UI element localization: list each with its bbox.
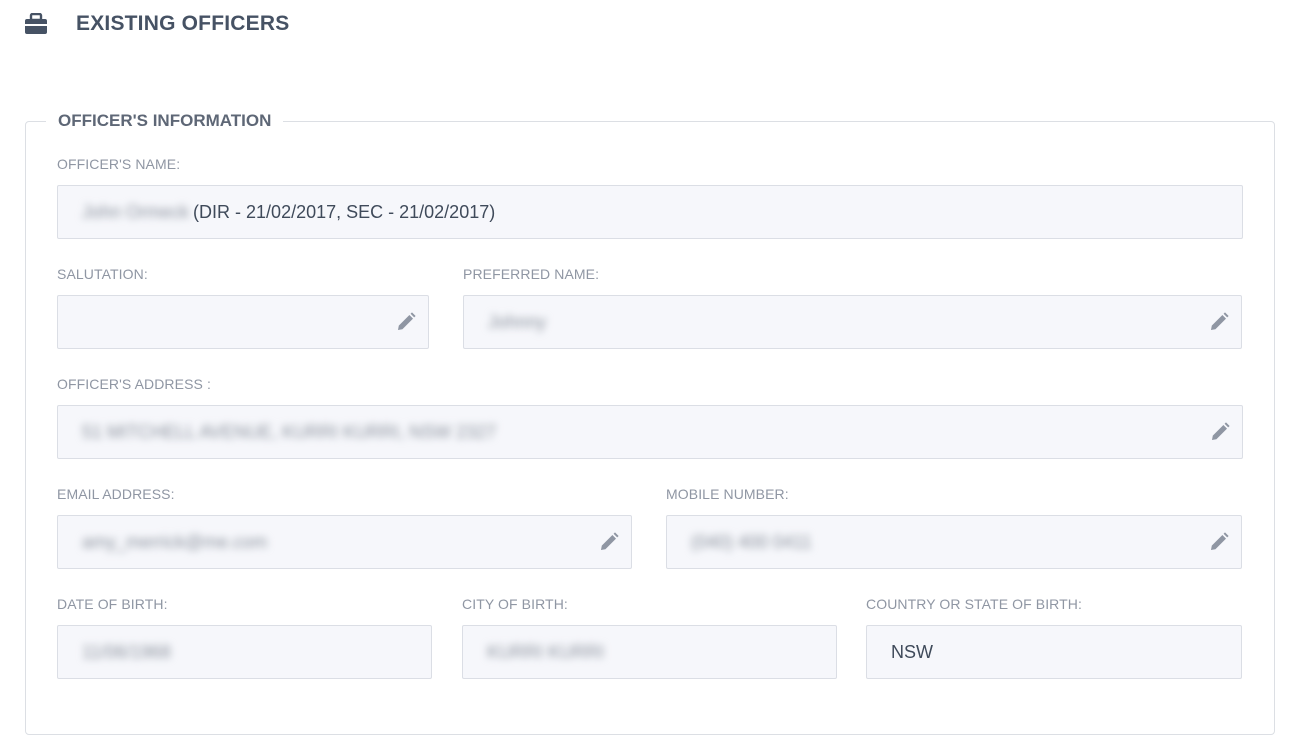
mobile-value[interactable]: (040) 400 0411 bbox=[691, 532, 812, 553]
salutation-field[interactable] bbox=[57, 295, 429, 349]
city-of-birth-value: KURRI KURRI bbox=[487, 641, 605, 662]
address-value[interactable]: 51 MITCHELL AVENUE, KURRI KURRI, NSW 232… bbox=[82, 422, 496, 443]
mobile-label: MOBILE NUMBER: bbox=[666, 486, 789, 502]
city-of-birth-label: CITY OF BIRTH: bbox=[462, 596, 568, 612]
officer-name-value: John Ormeck bbox=[82, 201, 190, 222]
pencil-edit-icon[interactable] bbox=[1210, 422, 1230, 442]
dob-value: 11/06/1968 bbox=[82, 641, 171, 662]
country-of-birth-value: NSW bbox=[891, 641, 933, 662]
country-of-birth-label: COUNTRY OR STATE OF BIRTH: bbox=[866, 596, 1082, 612]
section-legend: OFFICER'S INFORMATION bbox=[58, 111, 272, 130]
email-value[interactable]: amy_merrick@me.com bbox=[82, 532, 267, 553]
pencil-edit-icon[interactable] bbox=[599, 532, 619, 552]
officer-roles-value: (DIR - 21/02/2017, SEC - 21/02/2017) bbox=[193, 201, 496, 222]
mobile-field[interactable]: (040) 400 0411 bbox=[666, 515, 1242, 569]
email-label: EMAIL ADDRESS: bbox=[57, 486, 175, 502]
salutation-label: SALUTATION: bbox=[57, 266, 148, 282]
salutation-input[interactable] bbox=[82, 311, 428, 333]
address-field[interactable]: 51 MITCHELL AVENUE, KURRI KURRI, NSW 232… bbox=[57, 405, 1243, 459]
country-of-birth-field: NSW bbox=[866, 625, 1242, 679]
page-header: EXISTING OFFICERS bbox=[24, 10, 289, 38]
dob-field: 11/06/1968 bbox=[57, 625, 432, 679]
briefcase-icon bbox=[24, 12, 48, 35]
pencil-edit-icon[interactable] bbox=[1209, 312, 1229, 332]
address-label: OFFICER'S ADDRESS : bbox=[57, 376, 211, 392]
dob-label: DATE OF BIRTH: bbox=[57, 596, 168, 612]
preferred-name-field[interactable]: Johnny bbox=[463, 295, 1242, 349]
pencil-edit-icon[interactable] bbox=[396, 312, 416, 332]
pencil-edit-icon[interactable] bbox=[1209, 532, 1229, 552]
preferred-name-label: PREFERRED NAME: bbox=[463, 266, 600, 282]
preferred-name-value[interactable]: Johnny bbox=[488, 312, 546, 333]
city-of-birth-field: KURRI KURRI bbox=[462, 625, 837, 679]
officer-name-label: OFFICER'S NAME: bbox=[57, 156, 181, 172]
page-title: EXISTING OFFICERS bbox=[76, 12, 290, 35]
officer-name-field: John Ormeck (DIR - 21/02/2017, SEC - 21/… bbox=[57, 185, 1243, 239]
email-field[interactable]: amy_merrick@me.com bbox=[57, 515, 632, 569]
